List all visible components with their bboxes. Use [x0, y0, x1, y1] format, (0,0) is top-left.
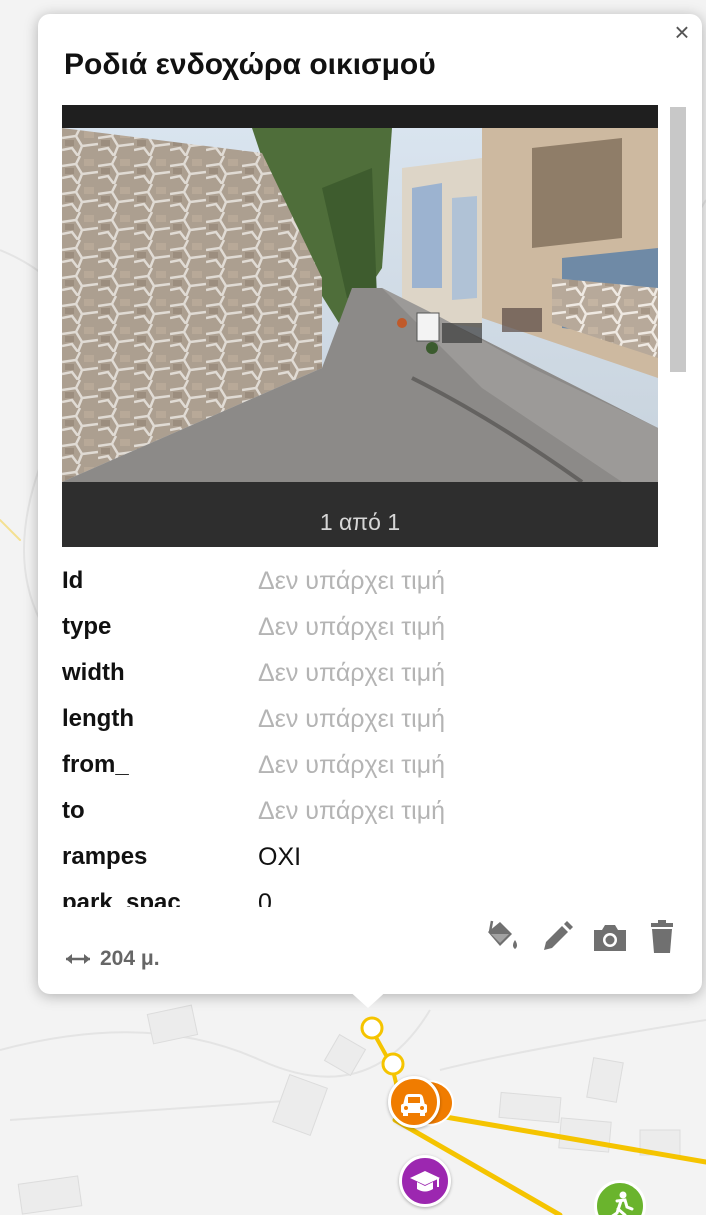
attribute-row: Id Δεν υπάρχει τιμή: [62, 567, 662, 613]
attribute-row: from_ Δεν υπάρχει τιμή: [62, 751, 662, 797]
delete-button[interactable]: [643, 918, 681, 956]
attribute-value: Δεν υπάρχει τιμή: [258, 797, 446, 825]
camera-icon: [594, 925, 626, 951]
walking-marker[interactable]: [594, 1180, 646, 1215]
attribute-value: ΟΧΙ: [258, 843, 302, 871]
popup-title: Ροδιά ενδοχώρα οικισμού: [64, 48, 436, 81]
attribute-key: length: [62, 705, 134, 732]
attribute-value: 0: [258, 889, 272, 907]
trash-icon: [651, 920, 673, 953]
add-photo-button[interactable]: [591, 918, 629, 956]
car-marker[interactable]: [388, 1076, 440, 1128]
attribute-row: rampes ΟΧΙ: [62, 843, 662, 889]
attribute-value: Δεν υπάρχει τιμή: [258, 613, 446, 641]
attribute-key: Id: [62, 567, 84, 594]
close-button[interactable]: ×: [668, 18, 696, 46]
attribute-table: Id Δεν υπάρχει τιμή type Δεν υπάρχει τιμ…: [62, 567, 662, 907]
length-measurement: 204 μ.: [64, 944, 160, 974]
attribute-row: park_spac 0: [62, 889, 662, 907]
attribute-row: width Δεν υπάρχει τιμή: [62, 659, 662, 705]
graduation-cap-icon: [410, 1171, 440, 1192]
gallery-counter: 1 από 1: [319, 509, 401, 535]
car-icon: [401, 1094, 427, 1116]
photo-gallery[interactable]: 1 από 1: [62, 105, 658, 547]
gallery-top-bar: [62, 105, 658, 128]
attribute-value: Δεν υπάρχει τιμή: [258, 659, 446, 687]
attribute-row: length Δεν υπάρχει τιμή: [62, 705, 662, 751]
attribute-key: rampes: [62, 843, 148, 870]
double-arrow-icon: [66, 954, 90, 964]
attribute-value: Δεν υπάρχει τιμή: [258, 751, 446, 779]
attribute-value: Δεν υπάρχει τιμή: [258, 567, 446, 595]
length-value: 204 μ.: [100, 947, 160, 970]
scrollbar-thumb[interactable]: [670, 107, 686, 372]
attribute-key: width: [62, 659, 125, 686]
style-button[interactable]: [482, 918, 520, 956]
attribute-key: park_spac: [62, 889, 181, 907]
school-marker[interactable]: [399, 1155, 451, 1207]
feature-popup: × Ροδιά ενδοχώρα οικισμού 1 από 1 Id Δεν…: [38, 14, 702, 994]
attribute-row: to Δεν υπάρχει τιμή: [62, 797, 662, 843]
attribute-key: from_: [62, 751, 129, 778]
street-photo[interactable]: [62, 128, 658, 482]
attribute-value: Δεν υπάρχει τιμή: [258, 705, 446, 733]
edit-button[interactable]: [538, 918, 576, 956]
attribute-key: type: [62, 613, 112, 640]
popup-pointer: [346, 988, 390, 1008]
attribute-key: to: [62, 797, 85, 824]
pencil-icon: [544, 921, 573, 950]
paint-bucket-icon: [488, 920, 517, 949]
walking-person-icon: [611, 1191, 634, 1215]
attribute-row: type Δεν υπάρχει τιμή: [62, 613, 662, 659]
